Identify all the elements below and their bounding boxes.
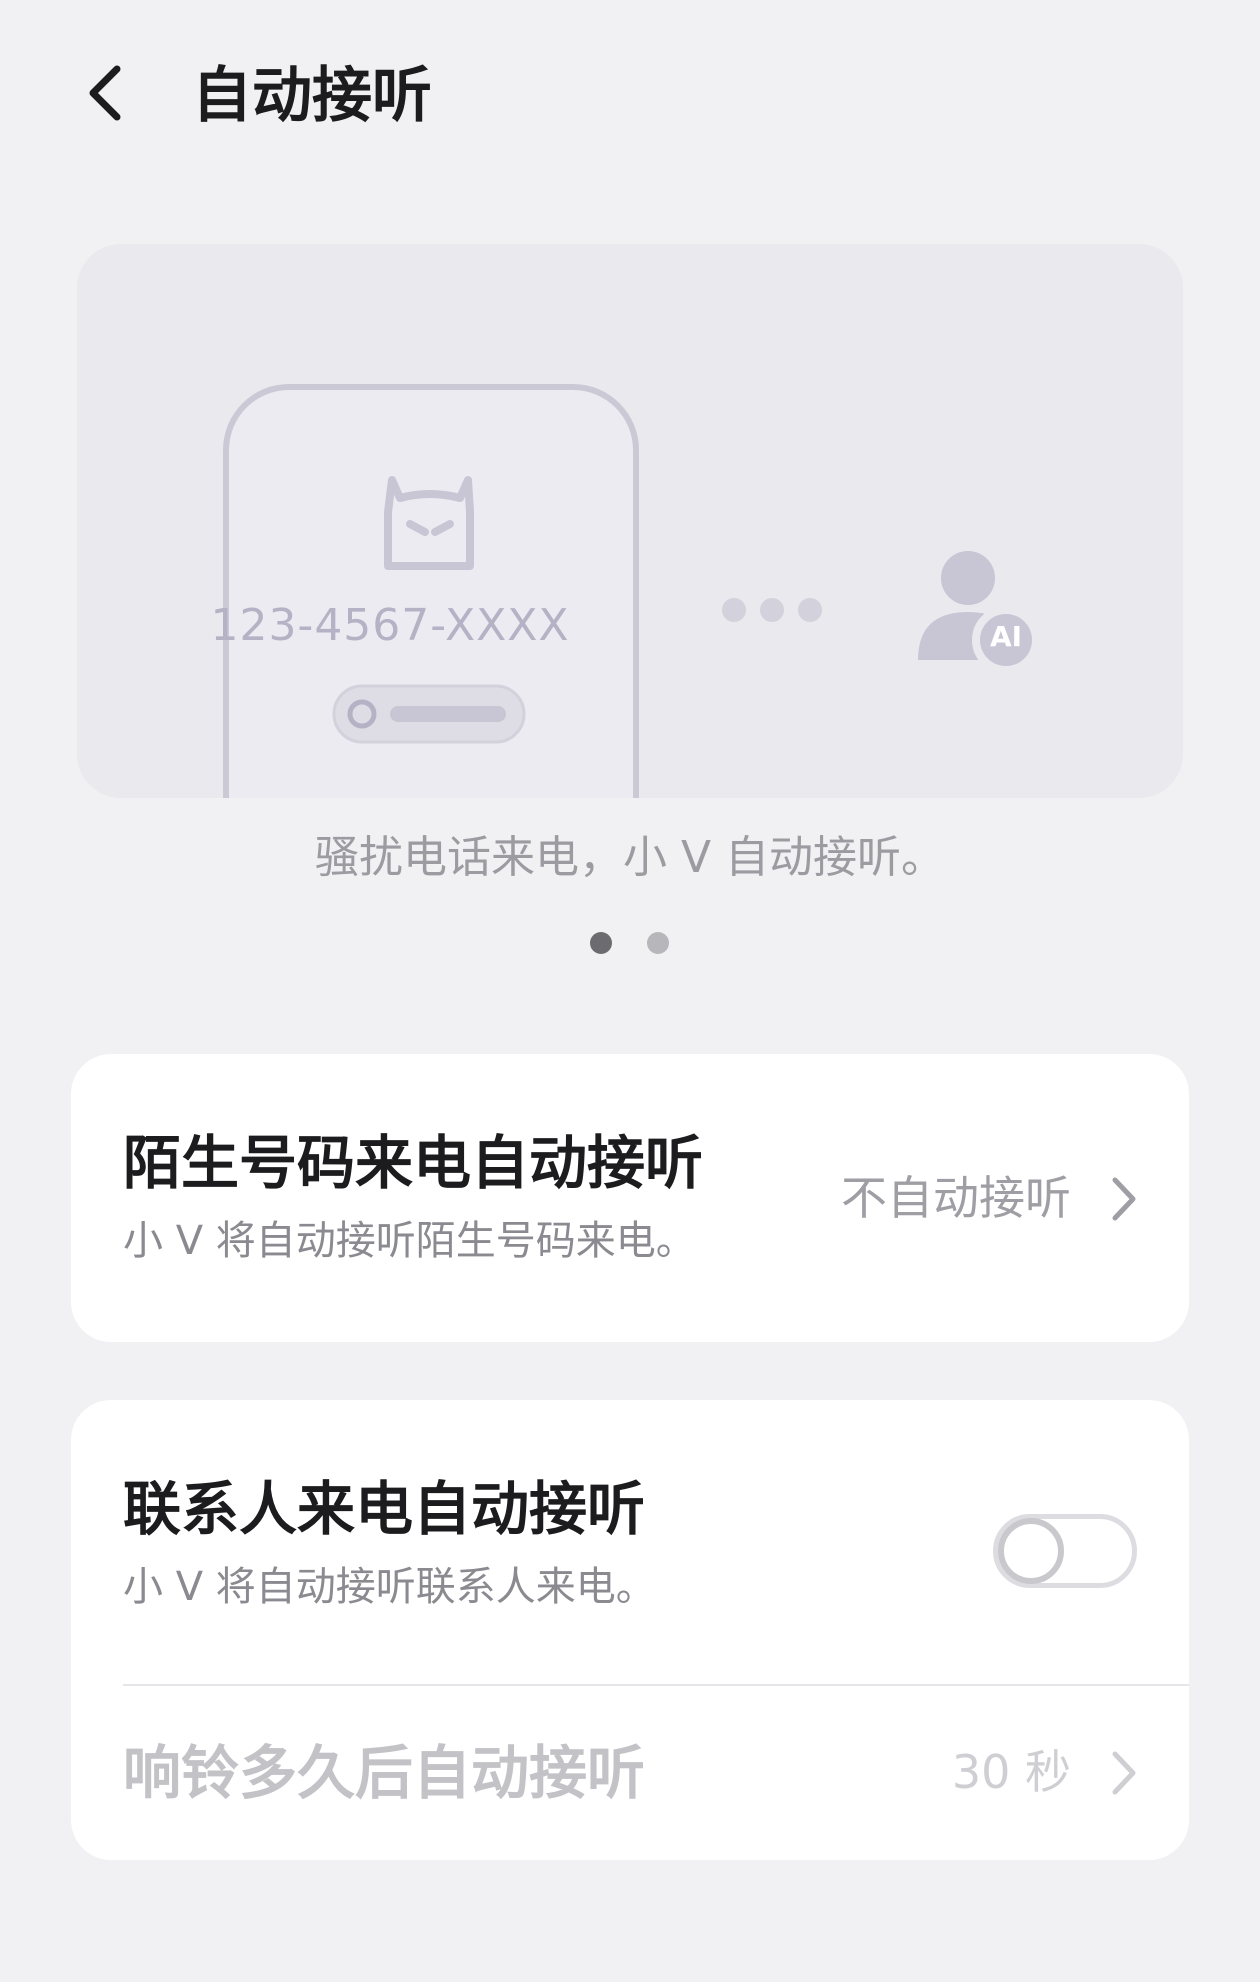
stranger-title: 陌生号码来电自动接听 — [123, 1129, 704, 1197]
contacts-title: 联系人来电自动接听 — [123, 1475, 646, 1543]
contacts-auto-answer-toggle[interactable] — [993, 1514, 1137, 1588]
chevron-right-icon — [1112, 1751, 1136, 1795]
ring-delay-row[interactable]: 响铃多久后自动接听 30 秒 — [71, 1686, 1189, 1860]
incoming-call-pill — [332, 684, 526, 744]
contacts-subtitle: 小 V 将自动接听联系人来电。 — [123, 1564, 656, 1610]
ring-delay-value: 30 秒 — [951, 1745, 1071, 1799]
ai-badge-label: AI — [989, 620, 1023, 653]
ring-delay-title: 响铃多久后自动接听 — [123, 1739, 646, 1807]
contacts-settings-card: 联系人来电自动接听 小 V 将自动接听联系人来电。 响铃多久后自动接听 30 秒 — [71, 1400, 1189, 1860]
page-indicator — [0, 932, 1260, 956]
phone-number: 123-4567-XXXX — [210, 600, 570, 651]
stranger-value: 不自动接听 — [841, 1171, 1071, 1225]
toggle-knob — [998, 1518, 1064, 1584]
page-dot-active[interactable] — [590, 932, 612, 954]
devil-icon — [384, 476, 474, 570]
stranger-subtitle: 小 V 将自动接听陌生号码来电。 — [123, 1218, 696, 1264]
illustration-caption: 骚扰电话来电，小 V 自动接听。 — [314, 832, 946, 883]
contacts-auto-answer-row[interactable]: 联系人来电自动接听 小 V 将自动接听联系人来电。 — [71, 1400, 1189, 1686]
ellipsis-icon — [722, 598, 822, 622]
chevron-right-icon — [1112, 1177, 1136, 1221]
stranger-auto-answer-row[interactable]: 陌生号码来电自动接听 小 V 将自动接听陌生号码来电。 不自动接听 — [71, 1054, 1189, 1342]
page-dot[interactable] — [647, 932, 669, 954]
